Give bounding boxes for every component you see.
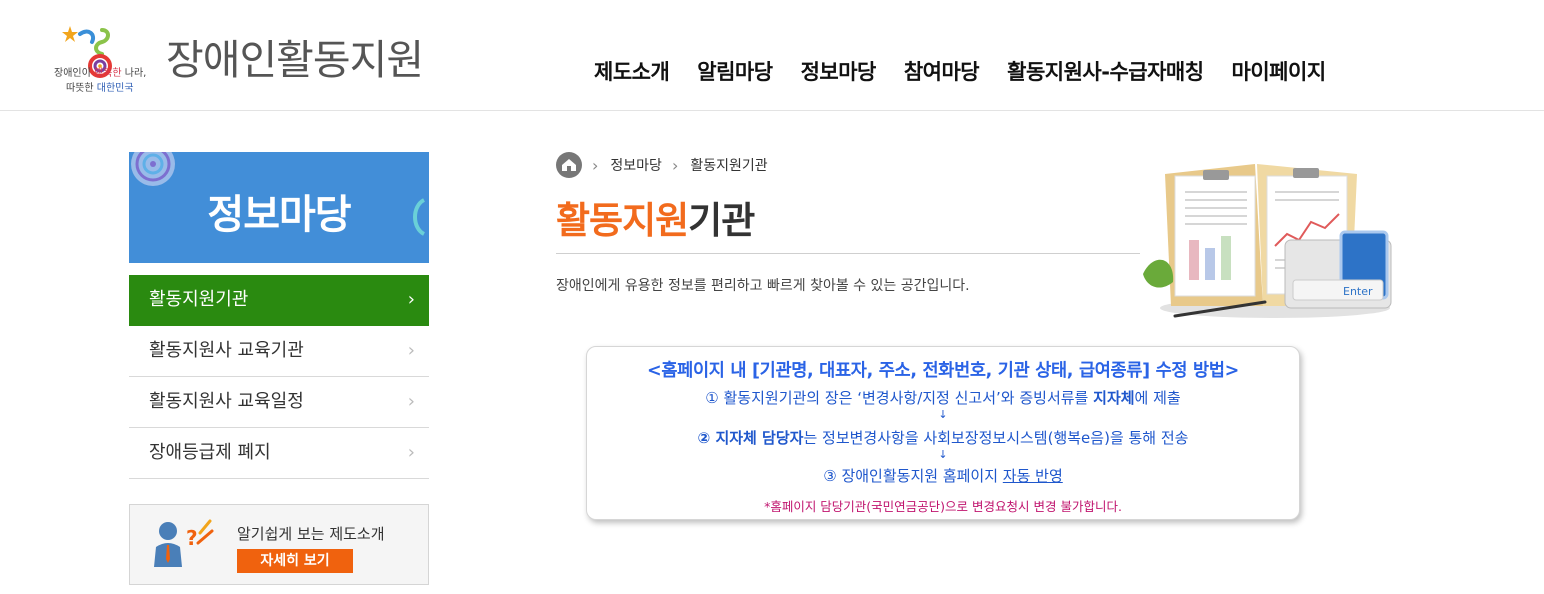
breadcrumb: › 정보마당 › 활동지원기관 bbox=[556, 152, 768, 178]
notice-warning: *홈페이지 담당기관(국민연금공단)으로 변경요청시 변경 불가합니다. bbox=[764, 499, 1122, 514]
page-title-rest: 기관 bbox=[688, 199, 755, 242]
house-icon bbox=[562, 159, 576, 171]
notice-step-1: ① 활동지원기관의 장은 ‘변경사항/지정 신고서’와 증빙서류를 지자체에 제… bbox=[705, 389, 1181, 407]
sidebar-banner: 정보마당 bbox=[129, 152, 429, 263]
sidebar-item-education-agencies[interactable]: 활동지원사 교육기관 › bbox=[129, 326, 429, 377]
chevron-right-icon: › bbox=[407, 340, 415, 361]
site-header: 장애인이 행복한 나라, 따뜻한 대한민국 장애인활동지원 제도소개 알림마당 … bbox=[0, 0, 1544, 111]
logo-title: 장애인활동지원 bbox=[166, 36, 424, 84]
chevron-right-icon: › bbox=[671, 155, 679, 175]
system-intro-box: ? 알기쉽게 보는 제도소개 자세히 보기 bbox=[129, 504, 429, 585]
sidebar-item-activity-agencies[interactable]: 활동지원기관 › bbox=[129, 275, 429, 326]
nav-item-matching[interactable]: 활동지원사-수급자매칭 bbox=[993, 56, 1217, 86]
svg-text:?: ? bbox=[186, 526, 198, 550]
person-idea-icon: ? bbox=[154, 519, 214, 567]
chevron-right-icon: › bbox=[407, 289, 415, 310]
system-intro-text: 알기쉽게 보는 제도소개 bbox=[237, 525, 385, 543]
main-nav: 제도소개 알림마당 정보마당 참여마당 활동지원사-수급자매칭 마이페이지 bbox=[580, 56, 1340, 86]
nav-item-notices[interactable]: 알림마당 bbox=[683, 56, 786, 86]
page-title: 활동지원기관 bbox=[556, 190, 755, 244]
page-title-accent: 활동지원 bbox=[556, 199, 689, 242]
sidebar-item-label: 활동지원사 교육일정 bbox=[149, 391, 304, 412]
title-divider bbox=[556, 253, 1140, 254]
chevron-right-icon: › bbox=[407, 391, 415, 412]
chevron-right-icon: › bbox=[592, 155, 599, 175]
sidebar-item-label: 활동지원기관 bbox=[149, 289, 249, 310]
home-icon[interactable] bbox=[556, 152, 582, 178]
nav-item-mypage[interactable]: 마이페이지 bbox=[1218, 56, 1340, 86]
chevron-right-icon: › bbox=[407, 442, 415, 463]
site-logo[interactable]: 장애인이 행복한 나라, 따뜻한 대한민국 장애인활동지원 bbox=[52, 6, 432, 102]
logo-slogan: 장애인이 행복한 나라, 따뜻한 대한민국 bbox=[54, 68, 147, 94]
sidebar-item-grade-abolition[interactable]: 장애등급제 폐지 › bbox=[129, 428, 429, 479]
page-description: 장애인에게 유용한 정보를 편리하고 빠르게 찾아볼 수 있는 공간입니다. bbox=[556, 278, 970, 294]
nav-item-participation[interactable]: 참여마당 bbox=[890, 56, 993, 86]
sidebar-item-label: 장애등급제 폐지 bbox=[149, 442, 271, 463]
enter-key-label: Enter bbox=[1343, 285, 1373, 298]
sidebar-menu: 활동지원기관 › 활동지원사 교육기관 › 활동지원사 교육일정 › 장애등급제… bbox=[129, 275, 429, 479]
sidebar-banner-title: 정보마당 bbox=[207, 192, 351, 238]
sidebar-item-label: 활동지원사 교육기관 bbox=[149, 340, 304, 361]
down-arrow-icon: ↓ bbox=[938, 408, 948, 421]
nav-item-system-intro[interactable]: 제도소개 bbox=[580, 56, 683, 86]
folder-documents-illustration: Enter bbox=[1143, 164, 1392, 318]
sidebar-item-education-schedule[interactable]: 활동지원사 교육일정 › bbox=[129, 377, 429, 428]
breadcrumb-item[interactable]: 정보마당 bbox=[610, 155, 662, 175]
nav-item-info[interactable]: 정보마당 bbox=[787, 56, 890, 86]
notice-step-2: ② 지자체 담당자는 정보변경사항을 사회보장정보시스템(행복e음)을 통해 전… bbox=[697, 429, 1189, 447]
down-arrow-icon: ↓ bbox=[938, 448, 948, 461]
view-details-button[interactable]: 자세히 보기 bbox=[237, 549, 353, 573]
breadcrumb-current: 활동지원기관 bbox=[690, 158, 768, 174]
swirl-small-icon bbox=[413, 198, 426, 236]
notice-heading: <홈페이지 내 [기관명, 대표자, 주소, 전화번호, 기관 상태, 급여종류… bbox=[647, 361, 1239, 381]
notice-step-3: ③ 장애인활동지원 홈페이지 자동 반영 bbox=[823, 467, 1063, 485]
edit-method-notice: <홈페이지 내 [기관명, 대표자, 주소, 전화번호, 기관 상태, 급여종류… bbox=[586, 346, 1300, 520]
